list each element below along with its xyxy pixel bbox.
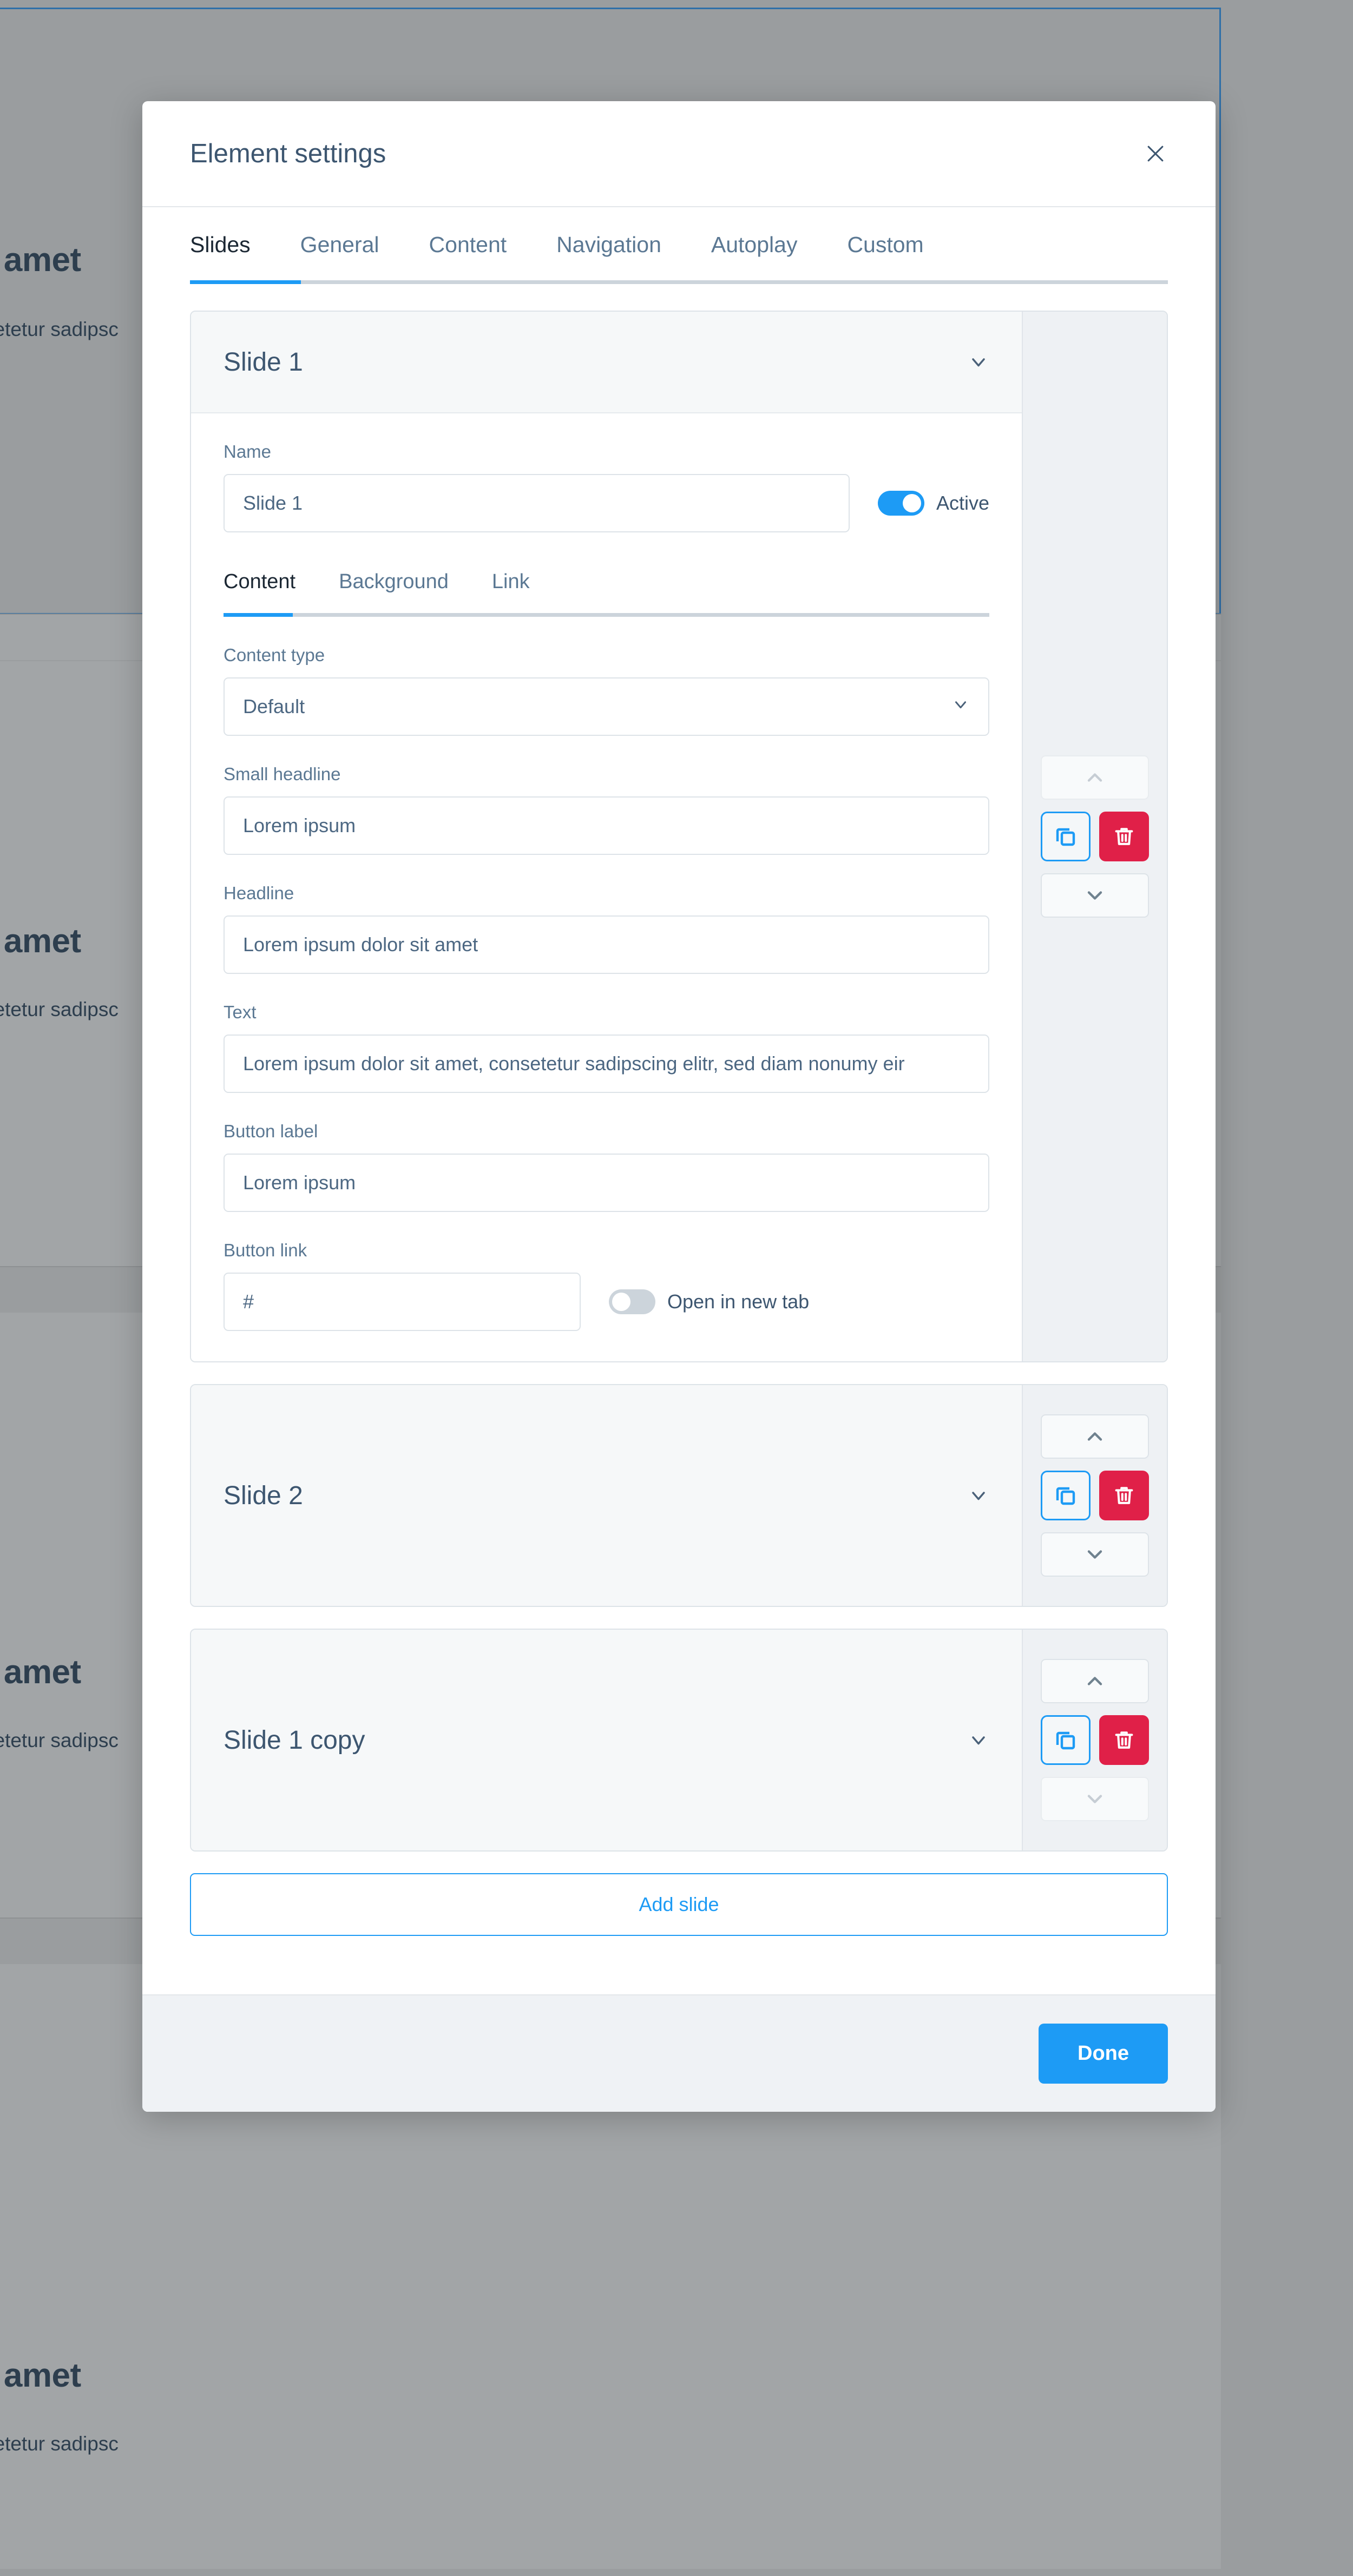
headline-label: Headline [224,883,294,903]
content-type-label: Content type [224,645,325,665]
chevron-down-icon[interactable] [968,351,989,373]
slide-header-toggle[interactable]: Slide 1 copy [191,1630,1022,1850]
new-tab-toggle-group: Open in new tab [609,1289,809,1314]
slide-main: Slide 1 copy [191,1630,1022,1850]
duplicate-slide-button[interactable] [1041,1715,1091,1765]
inner-tab-list: Content Background Link [224,570,989,613]
add-slide-button[interactable]: Add slide [190,1873,1168,1936]
headline-field: Headline Lorem ipsum dolor sit amet [224,883,989,974]
slide-header-toggle[interactable]: Slide 2 [191,1385,1022,1606]
text-label: Text [224,1002,257,1022]
content-type-value: Default [243,695,305,717]
active-toggle-group: Active [877,491,989,516]
active-toggle-label: Active [936,492,989,514]
tab-custom[interactable]: Custom [847,232,923,280]
slide-main: Slide 1 Name Slide 1 Active Content Back… [191,312,1022,1361]
text-input[interactable]: Lorem ipsum dolor sit amet, consetetur s… [224,1035,989,1093]
button-link-input[interactable]: # [224,1273,581,1331]
tab-general[interactable]: General [300,232,379,280]
duplicate-slide-button[interactable] [1041,812,1091,861]
chevron-down-icon [951,695,970,719]
slide-controls-rail [1022,1630,1167,1850]
bg-subline: setetur sadipsc [0,318,119,340]
small-headline-field: Small headline Lorem ipsum [224,764,989,855]
dialog-header: Element settings [142,101,1216,207]
inner-tab-content[interactable]: Content [224,570,295,613]
tab-autoplay[interactable]: Autoplay [711,232,798,280]
bg-subline: setetur sadipsc [0,998,119,1020]
slide-controls-rail [1022,1385,1167,1606]
headline-input[interactable]: Lorem ipsum dolor sit amet [224,915,989,974]
content-type-field: Content type Default [224,645,989,736]
delete-slide-button[interactable] [1099,1471,1149,1520]
button-label-label: Button label [224,1121,318,1141]
done-button[interactable]: Done [1039,2024,1168,2084]
slide-header-toggle[interactable]: Slide 1 [191,312,1022,412]
element-settings-dialog: Element settings Slides General Content … [142,101,1216,2112]
move-slide-down-button[interactable] [1041,1777,1149,1821]
bg-subline: setetur sadipsc [0,2433,119,2455]
delete-slide-button[interactable] [1099,1715,1149,1765]
move-slide-down-button[interactable] [1041,1532,1149,1577]
inner-tab-background[interactable]: Background [339,570,449,613]
dialog-title: Element settings [190,139,386,168]
slide-body: Name Slide 1 Active Content Background L… [191,412,1022,1361]
slide-card: Slide 1 Name Slide 1 Active Content Back… [190,311,1168,1362]
bg-headline: t amet [0,1653,81,1691]
slide-title: Slide 1 [224,347,303,377]
close-icon[interactable] [1134,133,1177,175]
delete-slide-button[interactable] [1099,812,1149,861]
content-type-select[interactable]: Default [224,677,989,736]
tab-navigation[interactable]: Navigation [556,232,661,280]
small-headline-label: Small headline [224,764,341,784]
active-toggle[interactable] [877,491,924,516]
open-in-new-tab-toggle[interactable] [609,1289,655,1314]
dialog-footer: Done [142,1994,1216,2112]
button-link-label: Button link [224,1240,307,1260]
tab-slides[interactable]: Slides [190,232,251,280]
slide-main: Slide 2 [191,1385,1022,1606]
tab-underline-track [190,280,1168,284]
inner-tab-link[interactable]: Link [492,570,530,613]
tab-list: Slides General Content Navigation Autopl… [190,232,1168,280]
slide-controls-rail [1022,312,1167,1361]
slide-name-input[interactable]: Slide 1 [224,474,850,532]
move-slide-up-button[interactable] [1041,1414,1149,1459]
slide-name-label: Name [224,442,272,462]
inner-tab-underline-active [224,613,293,617]
bg-headline: t amet [0,923,81,960]
text-field: Text Lorem ipsum dolor sit amet, consete… [224,1002,989,1093]
bg-headline: t amet [0,2357,81,2394]
slides-list: Slide 1 Name Slide 1 Active Content Back… [142,280,1216,1852]
button-label-field: Button label Lorem ipsum [224,1121,989,1212]
slide-name-field: Name Slide 1 Active [224,442,989,532]
slide-title: Slide 1 copy [224,1725,365,1755]
open-in-new-tab-label: Open in new tab [667,1290,810,1313]
button-label-input[interactable]: Lorem ipsum [224,1154,989,1212]
chevron-down-icon[interactable] [968,1729,989,1751]
dialog-tabbar: Slides General Content Navigation Autopl… [142,207,1216,284]
small-headline-input[interactable]: Lorem ipsum [224,796,989,855]
tab-underline-active [190,280,301,284]
slide-actions [1041,1471,1149,1520]
move-slide-up-button[interactable] [1041,1659,1149,1703]
slide-title: Slide 2 [224,1481,303,1510]
chevron-down-icon[interactable] [968,1485,989,1506]
slide-inner-tabbar: Content Background Link [224,570,989,617]
bg-subline: setetur sadipsc [0,1729,119,1751]
tab-content[interactable]: Content [429,232,507,280]
slide-actions [1041,1715,1149,1765]
move-slide-down-button[interactable] [1041,873,1149,918]
duplicate-slide-button[interactable] [1041,1471,1091,1520]
bg-headline: t amet [0,241,81,279]
slide-card: Slide 2 [190,1384,1168,1607]
inner-tab-underline-track [224,613,989,617]
slide-actions [1041,812,1149,861]
slide-card: Slide 1 copy [190,1629,1168,1852]
button-link-field: Button link # Open in new tab [224,1240,989,1361]
move-slide-up-button[interactable] [1041,755,1149,800]
modal-spacer [142,1936,1216,1994]
